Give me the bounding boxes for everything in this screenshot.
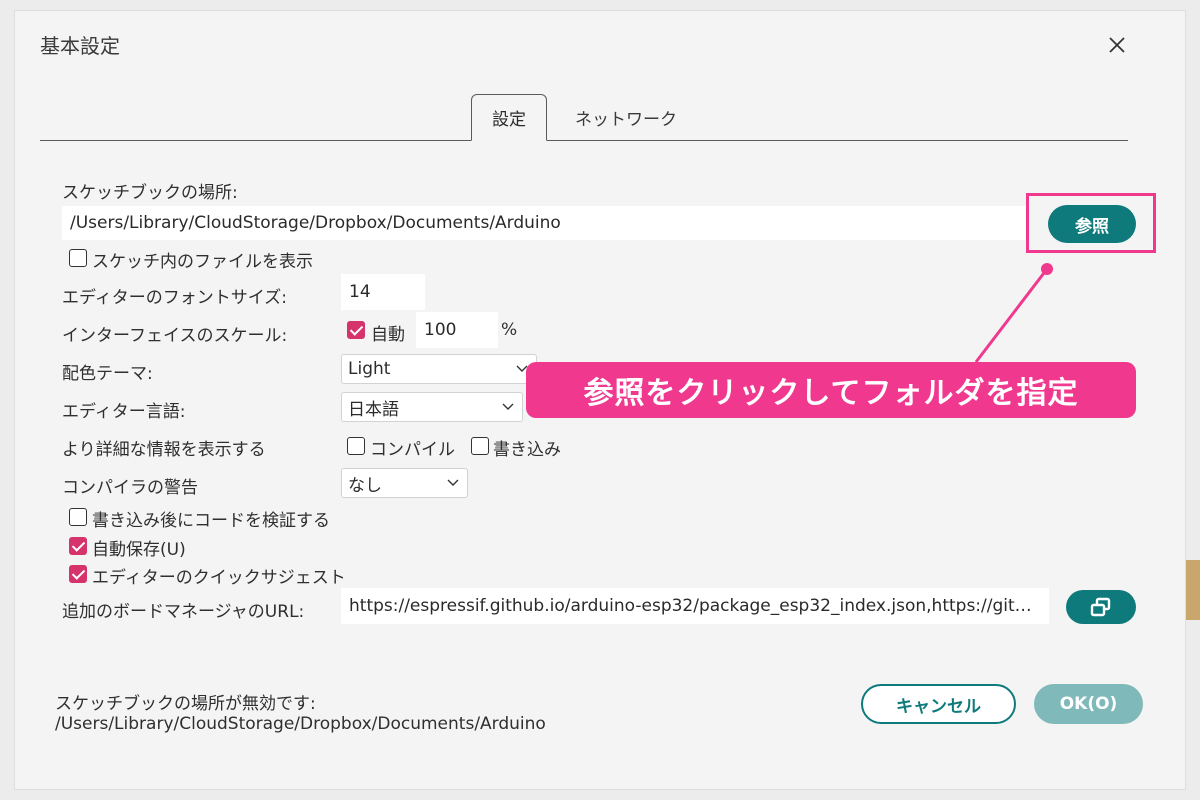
theme-select-value: Light	[348, 359, 391, 379]
compiler-warnings-label: コンパイラの警告	[62, 478, 198, 498]
close-icon[interactable]	[1106, 34, 1128, 56]
font-size-label: エディターのフォントサイズ:	[62, 288, 288, 308]
compiler-warnings-select[interactable]: なし	[341, 468, 468, 498]
autosave-checkbox[interactable]	[69, 537, 87, 555]
ok-button[interactable]: OK(O)	[1034, 684, 1143, 724]
show-files-checkbox[interactable]	[69, 249, 87, 267]
verbose-upload-checkbox[interactable]	[471, 437, 489, 455]
auto-scale-label: 自動	[371, 325, 405, 345]
open-url-editor-button[interactable]	[1066, 590, 1136, 624]
status-message: スケッチブックの場所が無効です:	[55, 694, 316, 714]
chevron-down-icon	[447, 479, 459, 486]
cancel-button[interactable]: キャンセル	[861, 684, 1016, 724]
language-select-value: 日本語	[348, 399, 399, 420]
tab-network[interactable]: ネットワーク	[556, 94, 696, 141]
verify-after-upload-label: 書き込み後にコードを検証する	[92, 511, 330, 531]
board-manager-url-input[interactable]: https://espressif.github.io/arduino-esp3…	[341, 588, 1049, 624]
quick-suggest-checkbox[interactable]	[69, 565, 87, 583]
theme-select[interactable]: Light	[341, 354, 537, 384]
sketchbook-path-input[interactable]: /Users/Library/CloudStorage/Dropbox/Docu…	[62, 206, 1028, 240]
chevron-down-icon	[502, 403, 514, 410]
editor-language-label: エディター言語:	[62, 402, 186, 422]
verbose-upload-label: 書き込み	[493, 440, 561, 460]
theme-label: 配色テーマ:	[62, 364, 153, 384]
scale-unit: %	[501, 320, 518, 340]
verify-after-upload-checkbox[interactable]	[69, 508, 87, 526]
verbose-compile-label: コンパイル	[370, 440, 455, 460]
compiler-warnings-value: なし	[348, 475, 382, 496]
show-files-label: スケッチ内のファイルを表示	[92, 252, 313, 272]
language-select[interactable]: 日本語	[341, 392, 523, 422]
autosave-label: 自動保存(U)	[92, 540, 186, 560]
board-manager-url-label: 追加のボードマネージャのURL:	[62, 602, 305, 622]
status-path: /Users/Library/CloudStorage/Dropbox/Docu…	[55, 714, 546, 734]
verbose-compile-checkbox[interactable]	[347, 437, 365, 455]
verbose-output-label: より詳細な情報を表示する	[62, 440, 266, 460]
scale-input[interactable]: 100	[416, 312, 498, 348]
tab-settings[interactable]: 設定	[471, 94, 547, 141]
quick-suggest-label: エディターのクイックサジェスト	[92, 568, 346, 588]
auto-scale-checkbox[interactable]	[347, 321, 365, 339]
sketchbook-location-label: スケッチブックの場所:	[62, 183, 238, 203]
background-window-edge	[1186, 560, 1200, 620]
browse-highlight-box	[1026, 193, 1156, 253]
open-window-icon	[1090, 597, 1111, 617]
annotation-callout: 参照をクリックしてフォルダを指定	[526, 362, 1136, 418]
font-size-input[interactable]: 14	[341, 274, 425, 310]
dialog-title: 基本設定	[40, 34, 120, 58]
interface-scale-label: インターフェイスのスケール:	[62, 326, 288, 346]
